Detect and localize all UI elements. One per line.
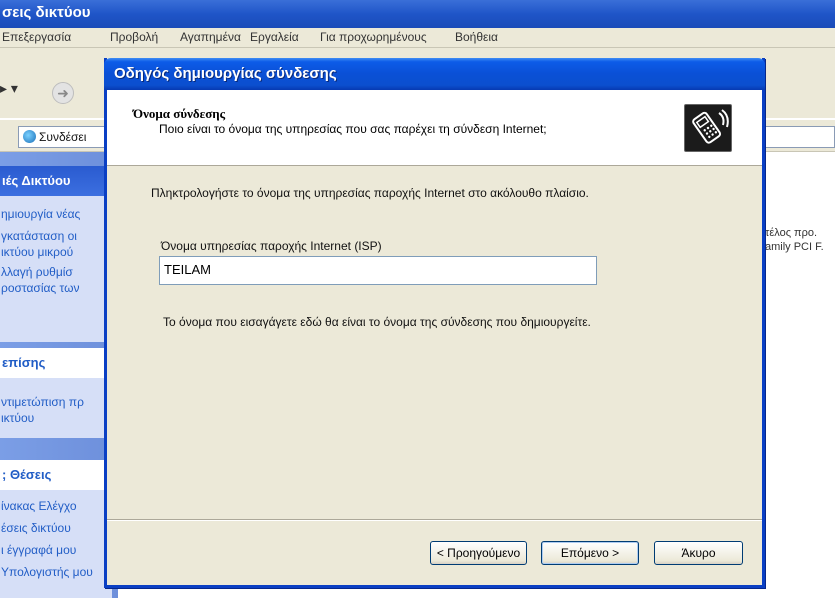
task-link[interactable]: έσεις δικτύου — [0, 520, 93, 536]
task-link[interactable]: ροστασίας των — [0, 280, 80, 296]
menu-tools[interactable]: Εργαλεία — [250, 30, 299, 44]
task-link[interactable]: ικτύου μικρού — [0, 244, 80, 260]
task-link[interactable]: γκατάσταση οι — [0, 228, 80, 244]
task-group-see-also: επίσης ντιμετώπιση πρ ικτύου — [0, 348, 112, 438]
forward-icon[interactable]: ➜ — [52, 82, 74, 104]
task-link[interactable]: ι έγγραφά μου — [0, 542, 93, 558]
connection-wizard-dialog: Οδηγός δημιουργίας σύνδεσης Όνομα σύνδεσ… — [104, 58, 765, 588]
background-text: amily PCI F. — [765, 241, 824, 253]
task-link[interactable]: λλαγή ρυθμίσ — [0, 264, 80, 280]
back-dropdown-icon[interactable]: ▸ ▾ — [0, 80, 18, 97]
menu-help[interactable]: Βοήθεια — [455, 30, 498, 44]
task-links: ντιμετώπιση πρ ικτύου — [0, 394, 84, 426]
dialog-title: Οδηγός δημιουργίας σύνδεσης — [114, 65, 337, 82]
back-button[interactable]: < Προηγούμενο — [430, 541, 527, 565]
task-link[interactable]: ικτύου — [0, 410, 84, 426]
task-link[interactable]: ντιμετώπιση πρ — [0, 394, 84, 410]
phone-connection-icon — [684, 104, 732, 152]
network-connections-icon — [23, 130, 36, 143]
footer-separator — [107, 519, 762, 521]
background-right-field — [755, 126, 835, 148]
task-link[interactable]: Υπολογιστής μου — [0, 564, 93, 580]
wizard-header: Όνομα σύνδεσης Ποιο είναι το όνομα της υ… — [107, 90, 762, 166]
dialog-titlebar[interactable]: Οδηγός δημιουργίας σύνδεσης — [104, 58, 765, 90]
menu-favorites[interactable]: Αγαπημένα — [180, 30, 241, 44]
background-window-title: σεις δικτύου — [2, 4, 91, 21]
task-group-other-places: ; Θέσεις ίνακας Ελέγχο έσεις δικτύου ι έ… — [0, 460, 112, 598]
next-button[interactable]: Επόμενο > — [541, 541, 639, 565]
task-group-header[interactable]: ιές Δικτύου — [0, 166, 112, 196]
task-pane: ιές Δικτύου ημιουργία νέας γκατάσταση οι… — [0, 152, 118, 598]
task-link[interactable]: ημιουργία νέας — [0, 206, 80, 222]
menu-edit[interactable]: Επεξεργασία — [2, 30, 71, 44]
address-bar[interactable]: Συνδέσει — [18, 126, 112, 148]
task-group-header[interactable]: ; Θέσεις — [0, 460, 112, 490]
task-link[interactable]: ίνακας Ελέγχο — [0, 498, 93, 514]
task-group-header[interactable]: επίσης — [0, 348, 112, 378]
menu-view[interactable]: Προβολή — [110, 30, 158, 44]
menu-advanced[interactable]: Για προχωρημένους — [320, 30, 427, 44]
isp-name-input[interactable]: TEILAM — [159, 256, 597, 285]
cancel-button[interactable]: Άκυρο — [654, 541, 743, 565]
background-text: τέλος προ. — [765, 227, 818, 239]
task-links: ημιουργία νέας γκατάσταση οι ικτύου μικρ… — [0, 206, 80, 296]
instruction-text: Πληκτρολογήστε το όνομα της υπηρεσίας πα… — [151, 186, 589, 200]
address-text: Συνδέσει — [39, 130, 87, 144]
task-links: ίνακας Ελέγχο έσεις δικτύου ι έγγραφά μο… — [0, 498, 93, 580]
background-menubar: Επεξεργασία Προβολή Αγαπημένα Εργαλεία Γ… — [0, 28, 835, 48]
header-subtitle: Ποιο είναι το όνομα της υπηρεσίας που σα… — [159, 122, 547, 136]
background-titlebar: σεις δικτύου — [0, 0, 835, 28]
task-group-network: ιές Δικτύου ημιουργία νέας γκατάσταση οι… — [0, 166, 112, 342]
isp-name-label: Όνομα υπηρεσίας παροχής Internet (ISP) — [161, 239, 382, 253]
note-text: Το όνομα που εισαγάγετε εδώ θα είναι το … — [163, 315, 591, 329]
header-title: Όνομα σύνδεσης — [133, 106, 226, 121]
